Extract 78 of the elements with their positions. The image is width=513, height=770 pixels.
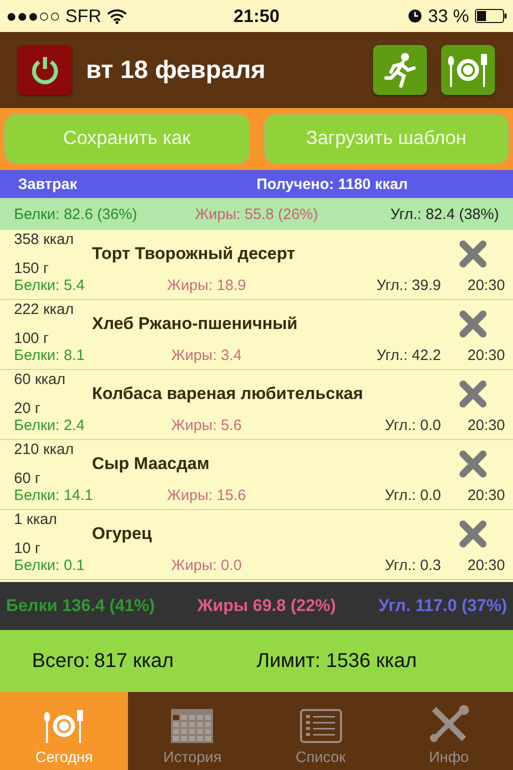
tab[interactable]: Сегодня: [0, 692, 128, 770]
weight-text: 100 г: [14, 330, 50, 347]
protein-total: Белки 136.4 (41%): [6, 596, 155, 616]
kcal-text: 1 ккал: [14, 511, 58, 530]
total-label: Всего:: [32, 650, 90, 672]
protein-text: Белки: 2.4: [14, 417, 86, 436]
food-name: Сыр Маасдам: [92, 454, 210, 474]
close-icon: [458, 379, 488, 409]
delete-button[interactable]: [458, 309, 488, 339]
save-as-button[interactable]: Сохранить как: [4, 114, 250, 164]
fat-text: Жиры: 0.0: [170, 557, 243, 576]
delete-button[interactable]: [458, 379, 488, 409]
kcal-text: 60 ккал: [14, 371, 66, 390]
close-icon: [458, 309, 488, 339]
time-text: 20:30: [466, 277, 505, 296]
total-value: 817 ккал: [94, 650, 174, 672]
plate-icon: [446, 53, 490, 87]
food-name: Колбаса вареная любительская: [92, 384, 364, 404]
time-text: 20:30: [466, 487, 505, 506]
kcal-text: 222 ккал: [14, 301, 75, 320]
carbs-text: Угл.: 82.4 (38%): [389, 206, 499, 222]
calendar-icon: [171, 709, 214, 743]
weight-text: 60 г: [14, 470, 42, 487]
close-icon: [458, 449, 488, 479]
meal-name: Завтрак: [18, 176, 78, 192]
time-text: 20:30: [466, 557, 505, 576]
fat-total: Жиры 69.8 (22%): [197, 596, 336, 616]
protein-text: Белки: 82.6 (36%): [14, 206, 138, 222]
carbs-text: Угл.: 0.3: [384, 557, 441, 576]
clock: 21:50: [233, 6, 280, 26]
power-button[interactable]: [18, 45, 72, 95]
kcal-text: 358 ккал: [14, 231, 75, 250]
tab[interactable]: Инфо: [384, 692, 513, 770]
time-text: 20:30: [466, 417, 505, 436]
food-name: Хлеб Ржано-пшеничный: [92, 314, 298, 334]
delete-button[interactable]: [458, 239, 488, 269]
carbs-text: Угл.: 0.0: [384, 487, 441, 506]
food-name: Торт Творожный десерт: [92, 244, 296, 264]
fat-text: Жиры: 5.6: [170, 417, 243, 436]
carbs-total: Угл. 117.0 (37%): [378, 596, 507, 616]
fat-text: Жиры: 18.9: [166, 277, 247, 296]
meal-button[interactable]: [441, 45, 495, 95]
time-text: 20:30: [466, 347, 505, 366]
fat-text: Жиры: 15.6: [166, 487, 247, 506]
fat-text: Жиры: 55.8 (26%): [194, 206, 320, 222]
date-title: вт 18 февраля: [86, 56, 266, 84]
carbs-text: Угл.: 0.0: [384, 417, 441, 436]
battery-percent: 33 %: [428, 6, 469, 26]
tab[interactable]: Список: [256, 692, 385, 770]
power-icon: [29, 54, 61, 86]
kcal-text: 210 ккал: [14, 441, 75, 460]
wifi-icon: [107, 8, 128, 24]
delete-button[interactable]: [458, 519, 488, 549]
limit-text: Лимит: 1536 ккал: [256, 650, 418, 672]
fat-text: Жиры: 3.4: [170, 347, 243, 366]
carrier: ●●●○○ SFR: [6, 6, 102, 26]
weight-text: 150 г: [14, 260, 50, 277]
alarm-icon: [408, 9, 422, 23]
list-icon: [300, 709, 342, 743]
battery-icon: [475, 9, 507, 23]
activity-button[interactable]: [373, 45, 427, 95]
food-name: Огурец: [92, 524, 153, 544]
tab[interactable]: История: [128, 692, 256, 770]
weight-text: 20 г: [14, 400, 42, 417]
runner-icon: [383, 52, 417, 88]
protein-text: Белки: 14.1: [14, 487, 92, 506]
carbs-text: Угл.: 42.2: [376, 347, 441, 366]
carbs-text: Угл.: 39.9: [376, 277, 441, 296]
protein-text: Белки: 8.1: [14, 347, 86, 366]
received-kcal: Получено: 1180 ккал: [256, 176, 409, 192]
weight-text: 10 г: [14, 540, 42, 557]
tools-icon: [428, 705, 470, 743]
load-template-button[interactable]: Загрузить шаблон: [264, 114, 509, 164]
close-icon: [458, 519, 488, 549]
delete-button[interactable]: [458, 449, 488, 479]
protein-text: Белки: 5.4: [14, 277, 86, 296]
close-icon: [458, 239, 488, 269]
protein-text: Белки: 0.1: [14, 557, 86, 576]
